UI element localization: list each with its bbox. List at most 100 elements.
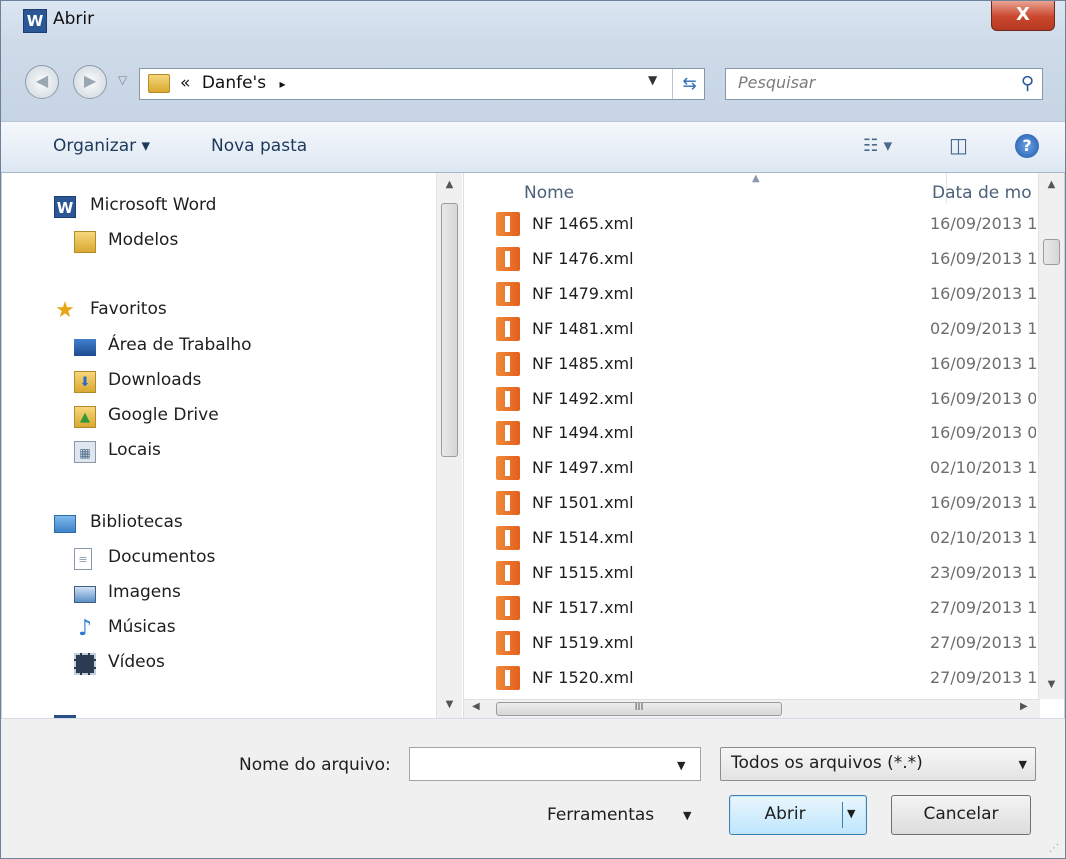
open-options-dropdown-icon[interactable]: ▼	[847, 796, 855, 832]
file-name: NF 1476.xml	[532, 248, 634, 268]
file-row[interactable]: NF 1479.xml 16/09/2013 1	[464, 277, 1038, 312]
address-bar[interactable]: « Danfe's ▸ ▼ ⇆	[139, 68, 705, 100]
file-name: NF 1519.xml	[532, 632, 634, 652]
close-button[interactable]: X	[991, 1, 1055, 31]
filename-dropdown-icon[interactable]: ▼	[677, 759, 685, 772]
file-row[interactable]: NF 1465.xml 16/09/2013 1	[464, 207, 1038, 242]
open-button[interactable]: Abrir ▼	[729, 795, 867, 835]
cancel-button[interactable]: Cancelar	[891, 795, 1031, 835]
preview-pane-icon[interactable]: ◫	[949, 133, 968, 157]
forward-button[interactable]: ▶	[73, 65, 107, 99]
file-row[interactable]: NF 1485.xml 16/09/2013 1	[464, 347, 1038, 382]
title-bar: W Abrir X	[1, 1, 1065, 41]
videos-icon	[74, 653, 96, 675]
nav-item-label: Documentos	[108, 547, 216, 567]
file-row[interactable]: NF 1476.xml 16/09/2013 1	[464, 242, 1038, 277]
xml-file-icon	[496, 561, 520, 585]
organize-menu[interactable]: Organizar ▾	[53, 136, 150, 156]
refresh-icon[interactable]: ⇆	[672, 69, 706, 99]
file-row[interactable]: NF 1519.xml 27/09/2013 1	[464, 626, 1038, 661]
file-date: 16/09/2013 1	[930, 248, 1036, 268]
file-row[interactable]: NF 1514.xml 02/10/2013 1	[464, 521, 1038, 556]
file-name: NF 1514.xml	[532, 528, 634, 548]
nav-item-label: Vídeos	[108, 652, 165, 672]
file-row[interactable]: NF 1517.xml 27/09/2013 1	[464, 591, 1038, 626]
nav-item-label: Músicas	[108, 617, 176, 637]
file-row[interactable]: NF 1520.xml 27/09/2013 1	[464, 661, 1038, 696]
help-icon[interactable]: ?	[1015, 134, 1039, 158]
xml-file-icon	[496, 665, 520, 690]
scroll-left-icon[interactable]: ◀	[472, 701, 480, 712]
navigation-pane: W Microsoft Word Modelos ★ Favoritos Áre…	[2, 173, 464, 718]
scroll-up-icon[interactable]: ▲	[1039, 173, 1064, 197]
breadcrumb[interactable]: « Danfe's ▸	[180, 73, 286, 93]
scroll-right-icon[interactable]: ▶	[1020, 701, 1028, 712]
tools-menu[interactable]: Ferramentas	[547, 805, 654, 825]
file-list-pane: ▲ Nome Data de mo NF 1465.xml 16/09/2013 …	[464, 173, 1064, 718]
open-dialog: W Abrir X ◀ ▶ ▽ « Danfe's ▸ ▼ ⇆ Pesquisa…	[0, 0, 1066, 859]
scroll-down-icon[interactable]: ▼	[1039, 673, 1064, 697]
new-folder-button[interactable]: Nova pasta	[211, 136, 307, 156]
column-name-header[interactable]: Nome	[524, 183, 574, 203]
file-list-scroll-thumb[interactable]	[1043, 239, 1060, 265]
file-row[interactable]: NF 1492.xml 16/09/2013 0	[464, 382, 1038, 417]
breadcrumb-chevron-icon[interactable]: «	[180, 73, 190, 93]
file-row[interactable]: NF 1494.xml 16/09/2013 0	[464, 416, 1038, 451]
nav-item-label: Bibliotecas	[90, 512, 183, 532]
nav-item-label: Locais	[108, 440, 161, 460]
nav-scroll-thumb[interactable]	[441, 203, 458, 457]
history-dropdown-icon[interactable]: ▽	[118, 73, 127, 87]
breadcrumb-arrow-icon[interactable]: ▸	[279, 77, 285, 91]
content-area: W Microsoft Word Modelos ★ Favoritos Áre…	[2, 173, 1064, 718]
filetype-select[interactable]: Todos os arquivos (*.*) ▼	[720, 747, 1036, 781]
file-row[interactable]: NF 1501.xml 16/09/2013 1	[464, 486, 1038, 521]
file-date: 02/09/2013 1	[930, 318, 1036, 338]
nav-item-label: Google Drive	[108, 405, 219, 425]
file-date: 16/09/2013 0	[930, 388, 1036, 408]
filetype-dropdown-icon[interactable]: ▼	[1019, 758, 1027, 771]
file-date: 16/09/2013 0	[930, 423, 1036, 443]
xml-file-icon	[496, 595, 520, 620]
file-name: NF 1479.xml	[532, 283, 634, 303]
column-header: ▲ Nome Data de mo	[464, 173, 1038, 203]
nav-item-label: Área de Trabalho	[108, 335, 252, 355]
file-list-scrollbar[interactable]: ▲ ▼	[1038, 173, 1064, 699]
dialog-footer: Nome do arquivo: ▼ Todos os arquivos (*.…	[1, 718, 1065, 858]
open-split-divider	[842, 802, 843, 828]
file-date: 02/10/2013 1	[930, 528, 1036, 548]
libraries-icon	[54, 515, 76, 533]
search-input[interactable]: Pesquisar ⚲	[725, 68, 1043, 100]
file-date: 16/09/2013 1	[930, 214, 1036, 233]
filetype-value: Todos os arquivos (*.*)	[731, 753, 923, 773]
back-button[interactable]: ◀	[25, 65, 59, 99]
file-list-hscrollbar[interactable]: ◀ III ▶	[464, 699, 1040, 718]
file-row[interactable]: NF 1481.xml 02/09/2013 1	[464, 312, 1038, 347]
tools-dropdown-icon[interactable]: ▼	[683, 809, 691, 822]
file-name: NF 1515.xml	[532, 563, 634, 582]
xml-file-icon	[496, 316, 520, 341]
breadcrumb-danfes[interactable]: Danfe's	[202, 73, 266, 93]
file-date: 16/09/2013 1	[930, 353, 1036, 373]
search-icon[interactable]: ⚲	[1021, 73, 1034, 94]
scroll-down-icon[interactable]: ▼	[437, 693, 462, 717]
xml-file-icon	[496, 281, 520, 306]
file-name: NF 1501.xml	[532, 493, 634, 513]
file-row[interactable]: NF 1515.xml 23/09/2013 1	[464, 556, 1038, 591]
hscroll-thumb[interactable]: III	[496, 702, 782, 716]
filename-input[interactable]	[409, 747, 701, 781]
view-options-icon[interactable]: ☷ ▾	[863, 136, 892, 156]
file-date: 16/09/2013 1	[930, 283, 1036, 303]
resize-grip-icon[interactable]: ⋰	[1049, 843, 1059, 854]
address-dropdown-icon[interactable]: ▼	[648, 73, 657, 87]
scroll-up-icon[interactable]: ▲	[437, 173, 462, 197]
nav-scrollbar[interactable]: ▲ ▼	[436, 173, 462, 718]
filename-label: Nome do arquivo:	[239, 755, 391, 775]
file-date: 27/09/2013 1	[930, 632, 1036, 652]
nav-item-label: Favoritos	[90, 299, 167, 319]
documents-icon: ≡	[74, 548, 92, 570]
column-date-header[interactable]: Data de mo	[932, 183, 1038, 203]
file-name: NF 1497.xml	[532, 458, 634, 478]
file-row[interactable]: NF 1497.xml 02/10/2013 1	[464, 451, 1038, 486]
word-icon: W	[54, 196, 76, 218]
file-name: NF 1520.xml	[532, 667, 634, 687]
